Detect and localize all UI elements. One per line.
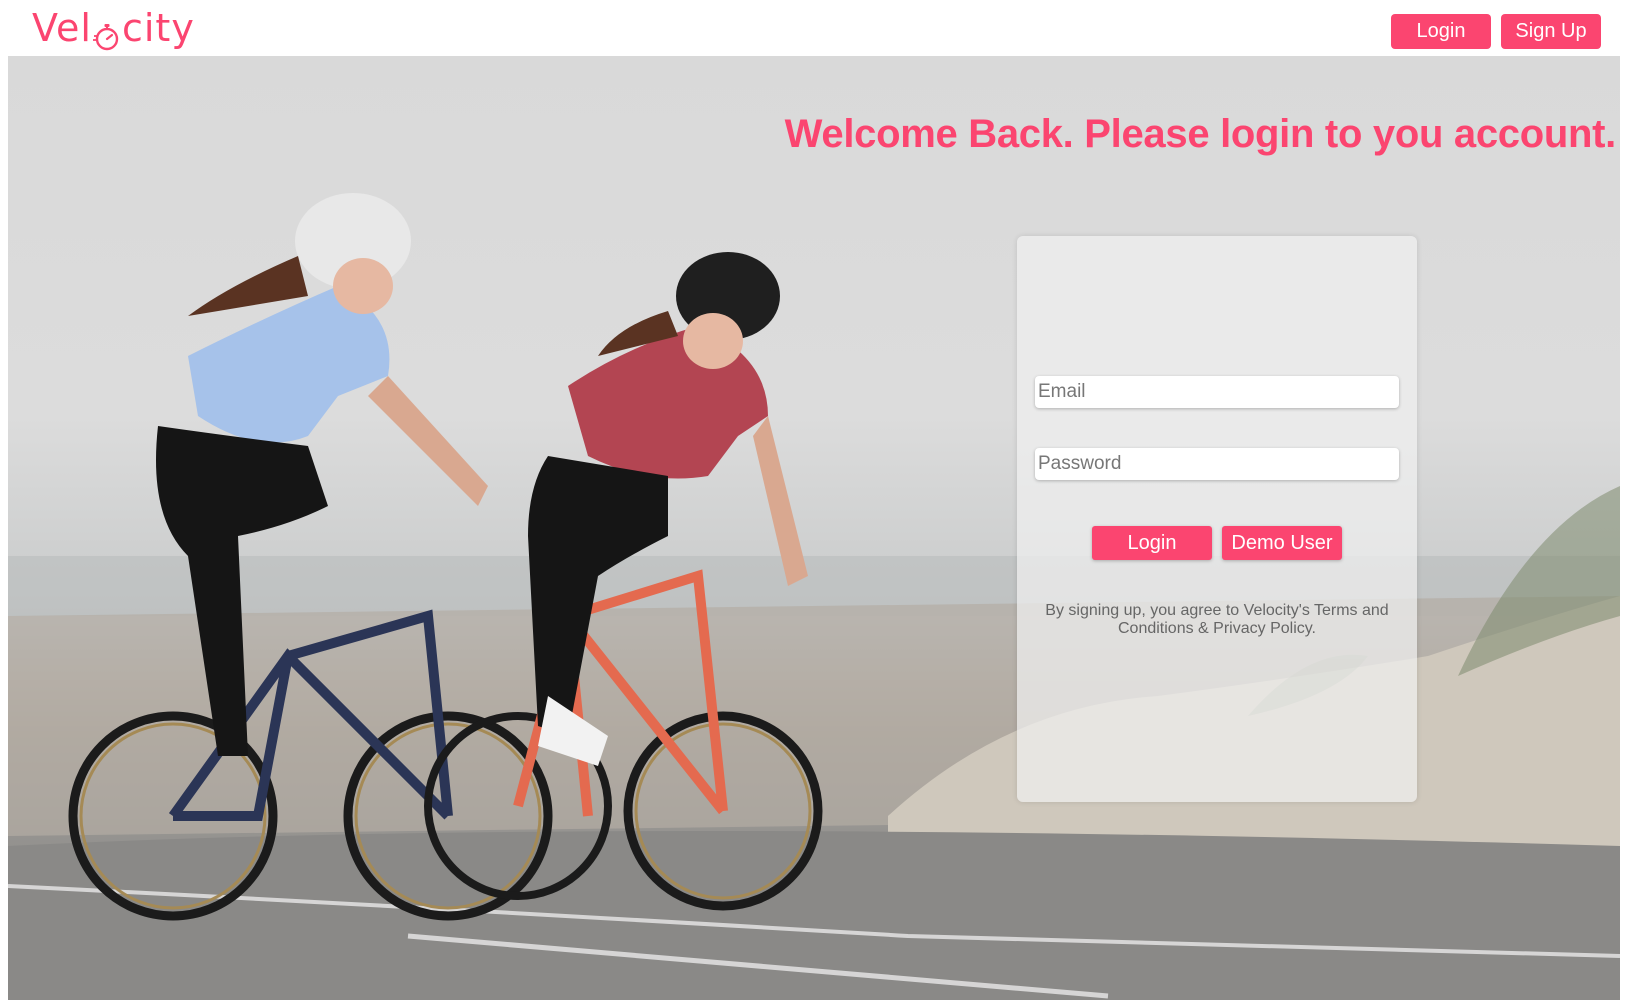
email-input[interactable] [1035,376,1399,408]
top-navbar: Vel city Login Sign Up [0,0,1628,56]
hero-background: Welcome Back. Please login to you accoun… [8,56,1620,1000]
stopwatch-icon [92,16,121,51]
demo-user-button[interactable]: Demo User [1222,526,1342,560]
velocity-logo[interactable]: Vel city [32,6,195,51]
login-card: Login Demo User By signing up, you agree… [1017,236,1417,802]
password-input[interactable] [1035,448,1399,480]
logo-text-prefix: Vel [32,6,92,50]
nav-signup-button[interactable]: Sign Up [1501,14,1601,49]
logo-text-suffix: city [121,6,195,50]
nav-login-button[interactable]: Login [1391,14,1491,49]
login-submit-button[interactable]: Login [1092,526,1212,560]
welcome-headline: Welcome Back. Please login to you accoun… [784,112,1617,156]
terms-notice: By signing up, you agree to Velocity's T… [1045,602,1389,637]
